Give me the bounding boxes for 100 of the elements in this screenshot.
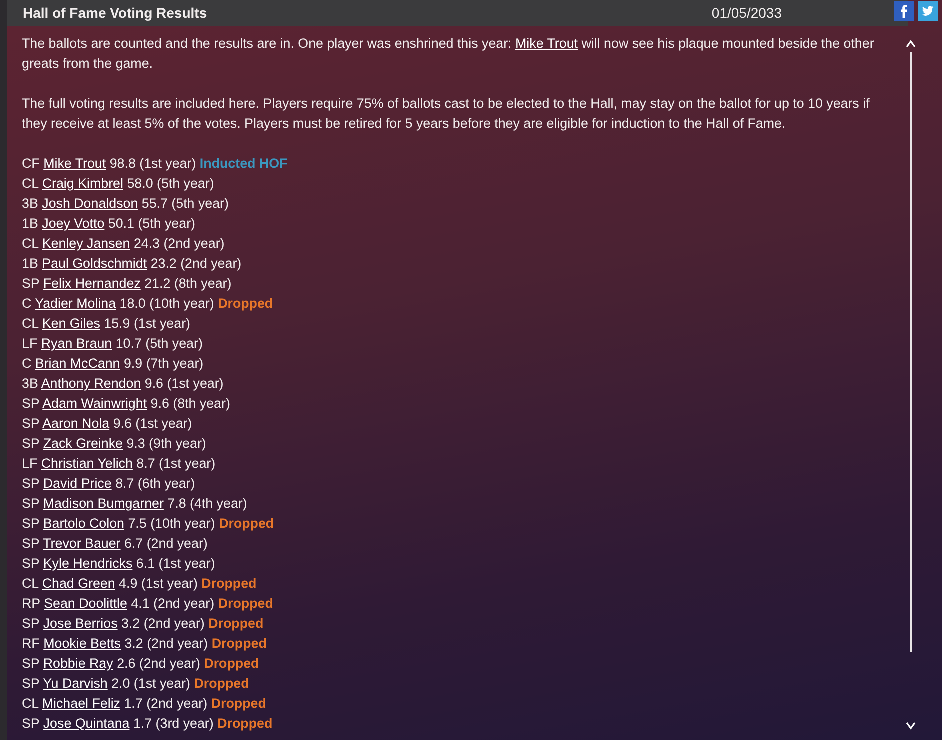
position-label: LF bbox=[22, 456, 38, 471]
player-link[interactable]: Ken Giles bbox=[42, 316, 100, 331]
position-label: C bbox=[22, 356, 32, 371]
position-label: RP bbox=[22, 596, 40, 611]
position-label: C bbox=[22, 296, 32, 311]
date-label: 01/05/2033 bbox=[712, 5, 782, 21]
status-label: Dropped bbox=[208, 616, 264, 631]
position-label: SP bbox=[22, 676, 40, 691]
position-label: 1B bbox=[22, 216, 38, 231]
vote-result: 2.6 (2nd year) bbox=[117, 656, 200, 671]
position-label: 3B bbox=[22, 376, 38, 391]
player-link[interactable]: Yu Darvish bbox=[43, 676, 108, 691]
player-link[interactable]: Trevor Bauer bbox=[43, 536, 121, 551]
vote-result: 1.7 (2nd year) bbox=[124, 696, 208, 711]
player-link[interactable]: Kyle Hendricks bbox=[43, 556, 133, 571]
status-label: Dropped bbox=[211, 696, 266, 711]
position-label: SP bbox=[22, 476, 40, 491]
vote-result: 55.7 (5th year) bbox=[142, 196, 229, 211]
player-link[interactable]: Madison Bumgarner bbox=[43, 496, 164, 511]
status-label: Inducted HOF bbox=[200, 156, 288, 171]
position-label: CL bbox=[22, 176, 39, 191]
player-link[interactable]: Ryan Braun bbox=[41, 336, 112, 351]
vote-result: 58.0 (5th year) bbox=[127, 176, 214, 191]
vote-result: 6.1 (1st year) bbox=[136, 556, 216, 571]
player-link[interactable]: Christian Yelich bbox=[41, 456, 133, 471]
player-link[interactable]: Michael Feliz bbox=[42, 696, 120, 711]
position-label: SP bbox=[22, 536, 40, 551]
vote-result: 3.2 (2nd year) bbox=[124, 636, 208, 651]
position-label: RF bbox=[22, 636, 40, 651]
facebook-icon[interactable] bbox=[894, 1, 914, 21]
player-link[interactable]: Mike Trout bbox=[44, 156, 106, 171]
player-link[interactable]: Anthony Rendon bbox=[41, 376, 142, 391]
position-label: SP bbox=[22, 496, 40, 511]
player-link[interactable]: Paul Goldschmidt bbox=[42, 256, 148, 271]
player-link[interactable]: Zack Greinke bbox=[43, 436, 123, 451]
vote-result: 9.6 (1st year) bbox=[113, 416, 192, 431]
player-link[interactable]: Yadier Molina bbox=[35, 296, 116, 311]
player-link[interactable]: Chad Green bbox=[42, 576, 116, 591]
player-link[interactable]: Aaron Nola bbox=[42, 416, 110, 431]
player-link[interactable]: Robbie Ray bbox=[43, 656, 114, 671]
position-label: SP bbox=[22, 656, 40, 671]
player-link[interactable]: Craig Kimbrel bbox=[42, 176, 124, 191]
position-label: SP bbox=[22, 416, 40, 431]
vote-result: 18.0 (10th year) bbox=[120, 296, 214, 311]
position-label: CL bbox=[22, 696, 39, 711]
player-link[interactable]: Josh Donaldson bbox=[42, 196, 138, 211]
vote-result: 98.8 (1st year) bbox=[110, 156, 196, 171]
vote-result: 9.6 (8th year) bbox=[150, 396, 230, 411]
player-link[interactable]: Jose Quintana bbox=[43, 716, 130, 731]
status-label: Dropped bbox=[218, 716, 273, 731]
scrollbar-track[interactable] bbox=[910, 52, 912, 652]
vote-result: 1.7 (3rd year) bbox=[133, 716, 214, 731]
vote-result: 9.6 (1st year) bbox=[144, 376, 224, 391]
vote-result: 8.7 (1st year) bbox=[136, 456, 216, 471]
player-link[interactable]: David Price bbox=[43, 476, 112, 491]
player-link[interactable]: Felix Hernandez bbox=[43, 276, 141, 291]
intro-paragraph: The ballots are counted and the results are in. One player was enshrined this year: Mike Trout will now see his plaque mounted beside the other greats from the game. bbox=[22, 35, 876, 73]
position-label: SP bbox=[22, 276, 40, 291]
twitter-icon[interactable] bbox=[918, 1, 938, 21]
player-link[interactable]: Adam Wainwright bbox=[42, 396, 148, 411]
position-label: 3B bbox=[22, 196, 38, 211]
position-label: CL bbox=[22, 236, 39, 251]
vote-result: 4.9 (1st year) bbox=[119, 576, 198, 591]
status-label: Dropped bbox=[219, 516, 274, 531]
vote-result: 9.3 (9th year) bbox=[126, 436, 206, 451]
position-label: SP bbox=[22, 716, 40, 731]
vote-result: 2.0 (1st year) bbox=[112, 676, 190, 691]
position-label: SP bbox=[22, 616, 40, 631]
player-link[interactable]: Jose Berrios bbox=[43, 616, 118, 631]
vote-result: 7.8 (4th year) bbox=[168, 496, 248, 511]
vote-result: 6.7 (2nd year) bbox=[124, 536, 208, 551]
scroll-down-icon[interactable] bbox=[906, 722, 916, 730]
vote-result: 50.1 (5th year) bbox=[108, 216, 196, 231]
player-link[interactable]: Mookie Betts bbox=[44, 636, 121, 651]
status-label: Dropped bbox=[202, 576, 257, 591]
status-label: Dropped bbox=[194, 676, 250, 691]
player-link[interactable]: Sean Doolittle bbox=[44, 596, 128, 611]
scroll-up-icon[interactable] bbox=[906, 40, 916, 48]
vote-result: 21.2 (8th year) bbox=[144, 276, 232, 291]
status-label: Dropped bbox=[218, 296, 274, 311]
vote-result: 8.7 (6th year) bbox=[116, 476, 196, 491]
vote-result: 9.9 (7th year) bbox=[124, 356, 204, 371]
position-label: 1B bbox=[22, 256, 38, 271]
player-link[interactable]: Bartolo Colon bbox=[43, 516, 124, 531]
vote-result: 10.7 (5th year) bbox=[116, 336, 203, 351]
position-label: CL bbox=[22, 576, 39, 591]
player-link[interactable]: Mike Trout bbox=[516, 36, 578, 51]
player-link[interactable]: Joey Votto bbox=[42, 216, 105, 231]
position-label: CL bbox=[22, 316, 39, 331]
position-label: SP bbox=[22, 516, 40, 531]
position-label: SP bbox=[22, 556, 40, 571]
player-link[interactable]: Brian McCann bbox=[35, 356, 120, 371]
position-label: LF bbox=[22, 336, 38, 351]
window-title: Hall of Fame Voting Results bbox=[23, 5, 208, 21]
player-link[interactable]: Kenley Jansen bbox=[42, 236, 130, 251]
vote-result: 7.5 (10th year) bbox=[128, 516, 216, 531]
vote-result: 24.3 (2nd year) bbox=[134, 236, 225, 251]
vote-result: 3.2 (2nd year) bbox=[122, 616, 205, 631]
vote-result: 15.9 (1st year) bbox=[104, 316, 190, 331]
rules-paragraph: The full voting results are included here. Players require 75% of ballots cast to be elected to the Hall, may stay on the ballot for up to 10 years if they receive at least 5% of the votes. Players must be retired for 5 years before they are eligible for induction to the Hall of Fame. bbox=[22, 95, 871, 133]
